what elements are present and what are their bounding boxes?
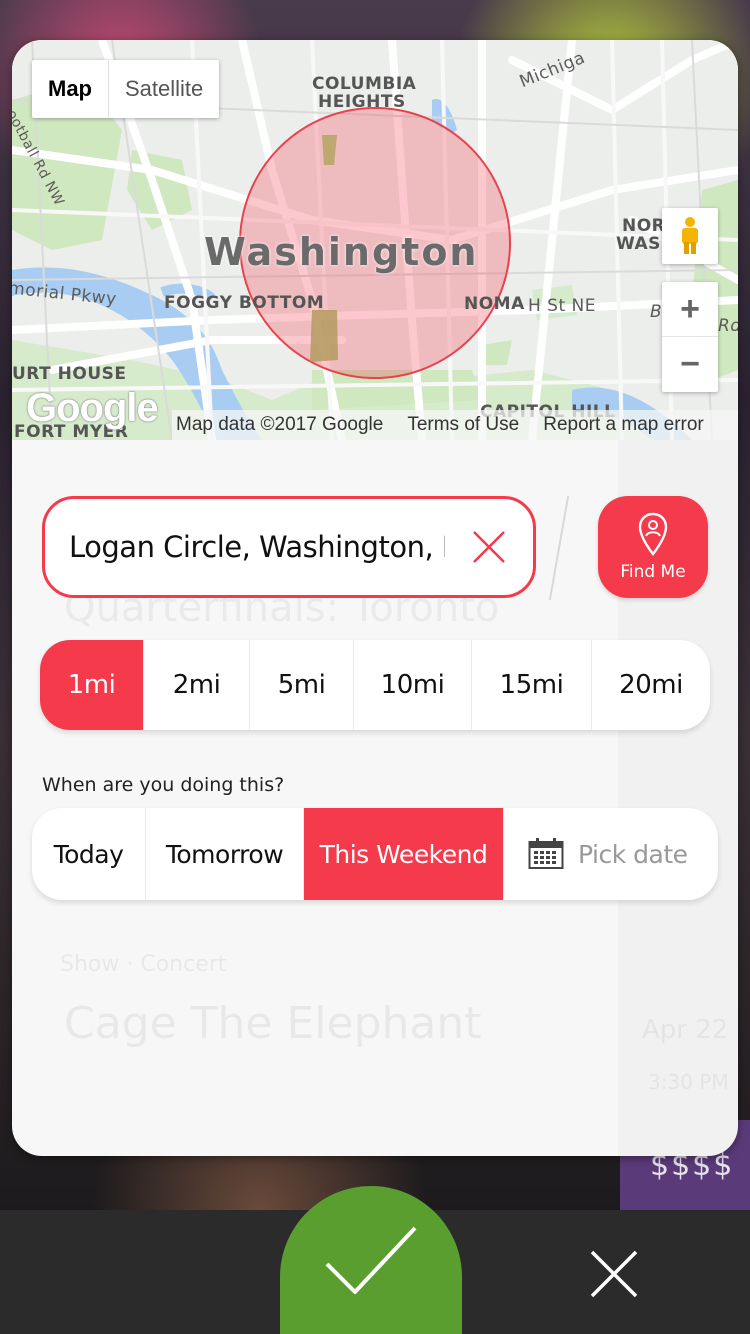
pick-date-label: Pick date [578, 839, 688, 869]
location-input-value[interactable]: Logan Circle, Washington, DC, [69, 530, 445, 564]
map-view[interactable]: Map Satellite COLUMBIA HEIGHTS Michiga o… [12, 40, 738, 440]
map-label: COLUMBIA [312, 74, 417, 94]
map-label: HEIGHTS [318, 92, 406, 112]
map-label: Rd [718, 316, 738, 336]
map-label: B [650, 302, 663, 322]
ghost-title: Cage The Elephant [64, 998, 482, 1049]
when-option-this-weekend[interactable]: This Weekend [304, 808, 504, 900]
map-label: URT HOUSE [12, 364, 127, 384]
zoom-control: + − [662, 282, 718, 392]
location-pin-icon [638, 512, 668, 556]
distance-option-15mi[interactable]: 15mi [472, 640, 592, 730]
zoom-out-button[interactable]: − [662, 337, 718, 392]
report-map-error-link[interactable]: Report a map error [543, 414, 704, 436]
map-data-text: Map data ©2017 Google [176, 414, 384, 435]
filter-card: Quarterfinals: Toronto Show · Concert Ca… [12, 40, 738, 1156]
pick-date-button[interactable]: Pick date [504, 808, 718, 900]
location-input[interactable]: Logan Circle, Washington, DC, [42, 496, 536, 598]
when-label: When are you doing this? [42, 774, 285, 796]
map-label-city: Washington [204, 230, 479, 274]
google-logo: Google [26, 386, 159, 430]
distance-option-1mi[interactable]: 1mi [40, 640, 144, 730]
calendar-icon [528, 838, 564, 869]
map-type-map-button[interactable]: Map [32, 60, 109, 118]
checkmark-icon [325, 1226, 417, 1294]
map-type-satellite-button[interactable]: Satellite [109, 60, 219, 118]
map-attribution: Map data ©2017 Google Terms of Use Repor… [172, 410, 738, 440]
when-selector: Today Tomorrow This Weekend Pick date [32, 808, 718, 900]
map-label: NOMA [464, 294, 525, 314]
map-label: FOGGY BOTTOM [164, 293, 325, 313]
pegman-icon [682, 217, 698, 254]
distance-option-5mi[interactable]: 5mi [250, 640, 354, 730]
terms-link[interactable]: Terms of Use [407, 414, 519, 436]
distance-option-2mi[interactable]: 2mi [144, 640, 250, 730]
when-option-tomorrow[interactable]: Tomorrow [146, 808, 304, 900]
find-me-button[interactable]: Find Me [598, 496, 708, 598]
when-option-today[interactable]: Today [32, 808, 146, 900]
close-icon[interactable] [471, 529, 507, 565]
distance-selector: 1mi 2mi 5mi 10mi 15mi 20mi [40, 640, 710, 730]
distance-option-10mi[interactable]: 10mi [354, 640, 472, 730]
pegman-button[interactable] [662, 208, 718, 264]
zoom-in-button[interactable]: + [662, 282, 718, 337]
map-type-toggle: Map Satellite [32, 60, 220, 118]
divider [548, 496, 570, 600]
distance-option-20mi[interactable]: 20mi [592, 640, 710, 730]
find-me-label: Find Me [620, 562, 686, 582]
ghost-date: Apr 22 [642, 1015, 729, 1045]
close-icon[interactable] [584, 1244, 644, 1304]
map-label: H St NE [528, 296, 597, 316]
ghost-time: 3:30 PM [648, 1070, 729, 1094]
ghost-category: Show · Concert [60, 952, 227, 977]
